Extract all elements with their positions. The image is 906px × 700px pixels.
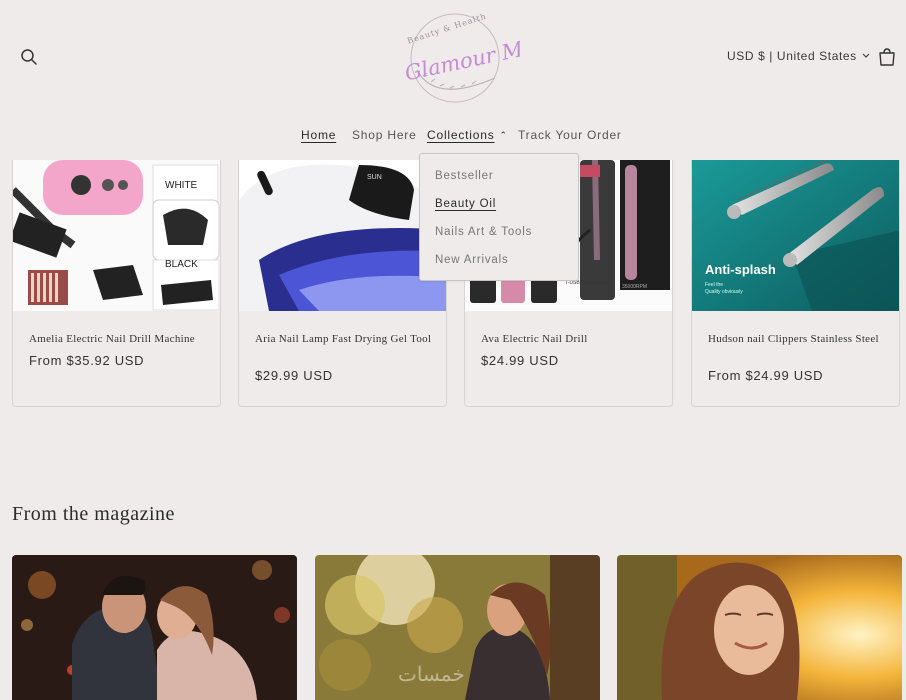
product-title[interactable]: Aria Nail Lamp Fast Drying Gel Tool bbox=[255, 332, 435, 347]
product-title[interactable]: Amelia Electric Nail Drill Machine bbox=[29, 332, 209, 347]
main-nav: Home Shop Here Collections ⌃ Track Your O… bbox=[0, 128, 906, 148]
product-price: $24.99 USD bbox=[481, 353, 559, 368]
product-image-label: SUN bbox=[367, 174, 382, 181]
product-title[interactable]: Hudson nail Clippers Stainless Steel bbox=[708, 332, 888, 347]
menu-item-beauty-oil[interactable]: Beauty Oil bbox=[420, 194, 578, 222]
product-price: From $24.99 USD bbox=[708, 368, 824, 383]
collections-dropdown: Bestseller Beauty Oil Nails Art & Tools … bbox=[419, 153, 579, 281]
product-image-label-black: BLACK bbox=[165, 259, 198, 270]
product-image-headline: Anti-splash bbox=[705, 262, 776, 277]
brand-logo[interactable]: Beauty & Health Glamour Mart bbox=[395, 8, 556, 108]
nav-shop-here[interactable]: Shop Here bbox=[352, 128, 417, 142]
nav-collections[interactable]: Collections ⌃ bbox=[427, 128, 508, 142]
menu-item-nails-art-tools[interactable]: Nails Art & Tools bbox=[420, 222, 578, 250]
product-image-label-rpm: 35000RPM bbox=[622, 284, 648, 290]
menu-item-new-arrivals[interactable]: New Arrivals bbox=[420, 250, 578, 278]
article-card[interactable]: خمسات bbox=[315, 555, 600, 700]
product-image-subline-2: Quality obviously bbox=[705, 289, 743, 295]
locale-selector[interactable]: USD $ | United States bbox=[727, 49, 871, 63]
product-price: From $35.92 USD bbox=[29, 353, 145, 368]
product-card[interactable]: WHITE BLACK Amelia Electric Nail Drill M… bbox=[12, 160, 221, 407]
product-title[interactable]: Ava Electric Nail Drill bbox=[481, 332, 661, 347]
chevron-down-icon bbox=[861, 49, 871, 63]
nav-home[interactable]: Home bbox=[301, 128, 336, 142]
svg-text:Beauty & Health: Beauty & Health bbox=[406, 11, 488, 45]
product-image-subline-1: Feel the bbox=[705, 282, 724, 288]
article-image[interactable] bbox=[617, 555, 902, 700]
chevron-up-icon: ⌃ bbox=[499, 130, 508, 141]
product-image[interactable]: SUN bbox=[239, 160, 446, 311]
article-card[interactable] bbox=[12, 555, 297, 700]
watermark-text: خمسات bbox=[398, 664, 465, 686]
nav-track-order[interactable]: Track Your Order bbox=[518, 128, 622, 142]
product-image[interactable]: Anti-splash Feel the Quality obviously bbox=[692, 160, 899, 311]
product-image[interactable]: WHITE BLACK bbox=[13, 160, 220, 311]
product-price: $29.99 USD bbox=[255, 368, 333, 383]
product-card[interactable]: SUN Aria Nail Lamp Fast Drying Gel Tool … bbox=[238, 160, 447, 407]
article-card[interactable] bbox=[617, 555, 902, 700]
cart-icon[interactable] bbox=[876, 46, 898, 68]
magazine-heading: From the magazine bbox=[12, 503, 175, 525]
search-icon[interactable] bbox=[18, 46, 40, 68]
product-card[interactable]: Anti-splash Feel the Quality obviously H… bbox=[691, 160, 900, 407]
product-image-label-white: WHITE bbox=[165, 180, 198, 191]
article-image[interactable] bbox=[12, 555, 297, 700]
locale-label: USD $ | United States bbox=[727, 49, 857, 63]
menu-item-bestseller[interactable]: Bestseller bbox=[420, 166, 578, 194]
nav-collections-label: Collections bbox=[427, 128, 495, 142]
site-header: Beauty & Health Glamour Mart USD $ | Uni… bbox=[0, 0, 906, 160]
